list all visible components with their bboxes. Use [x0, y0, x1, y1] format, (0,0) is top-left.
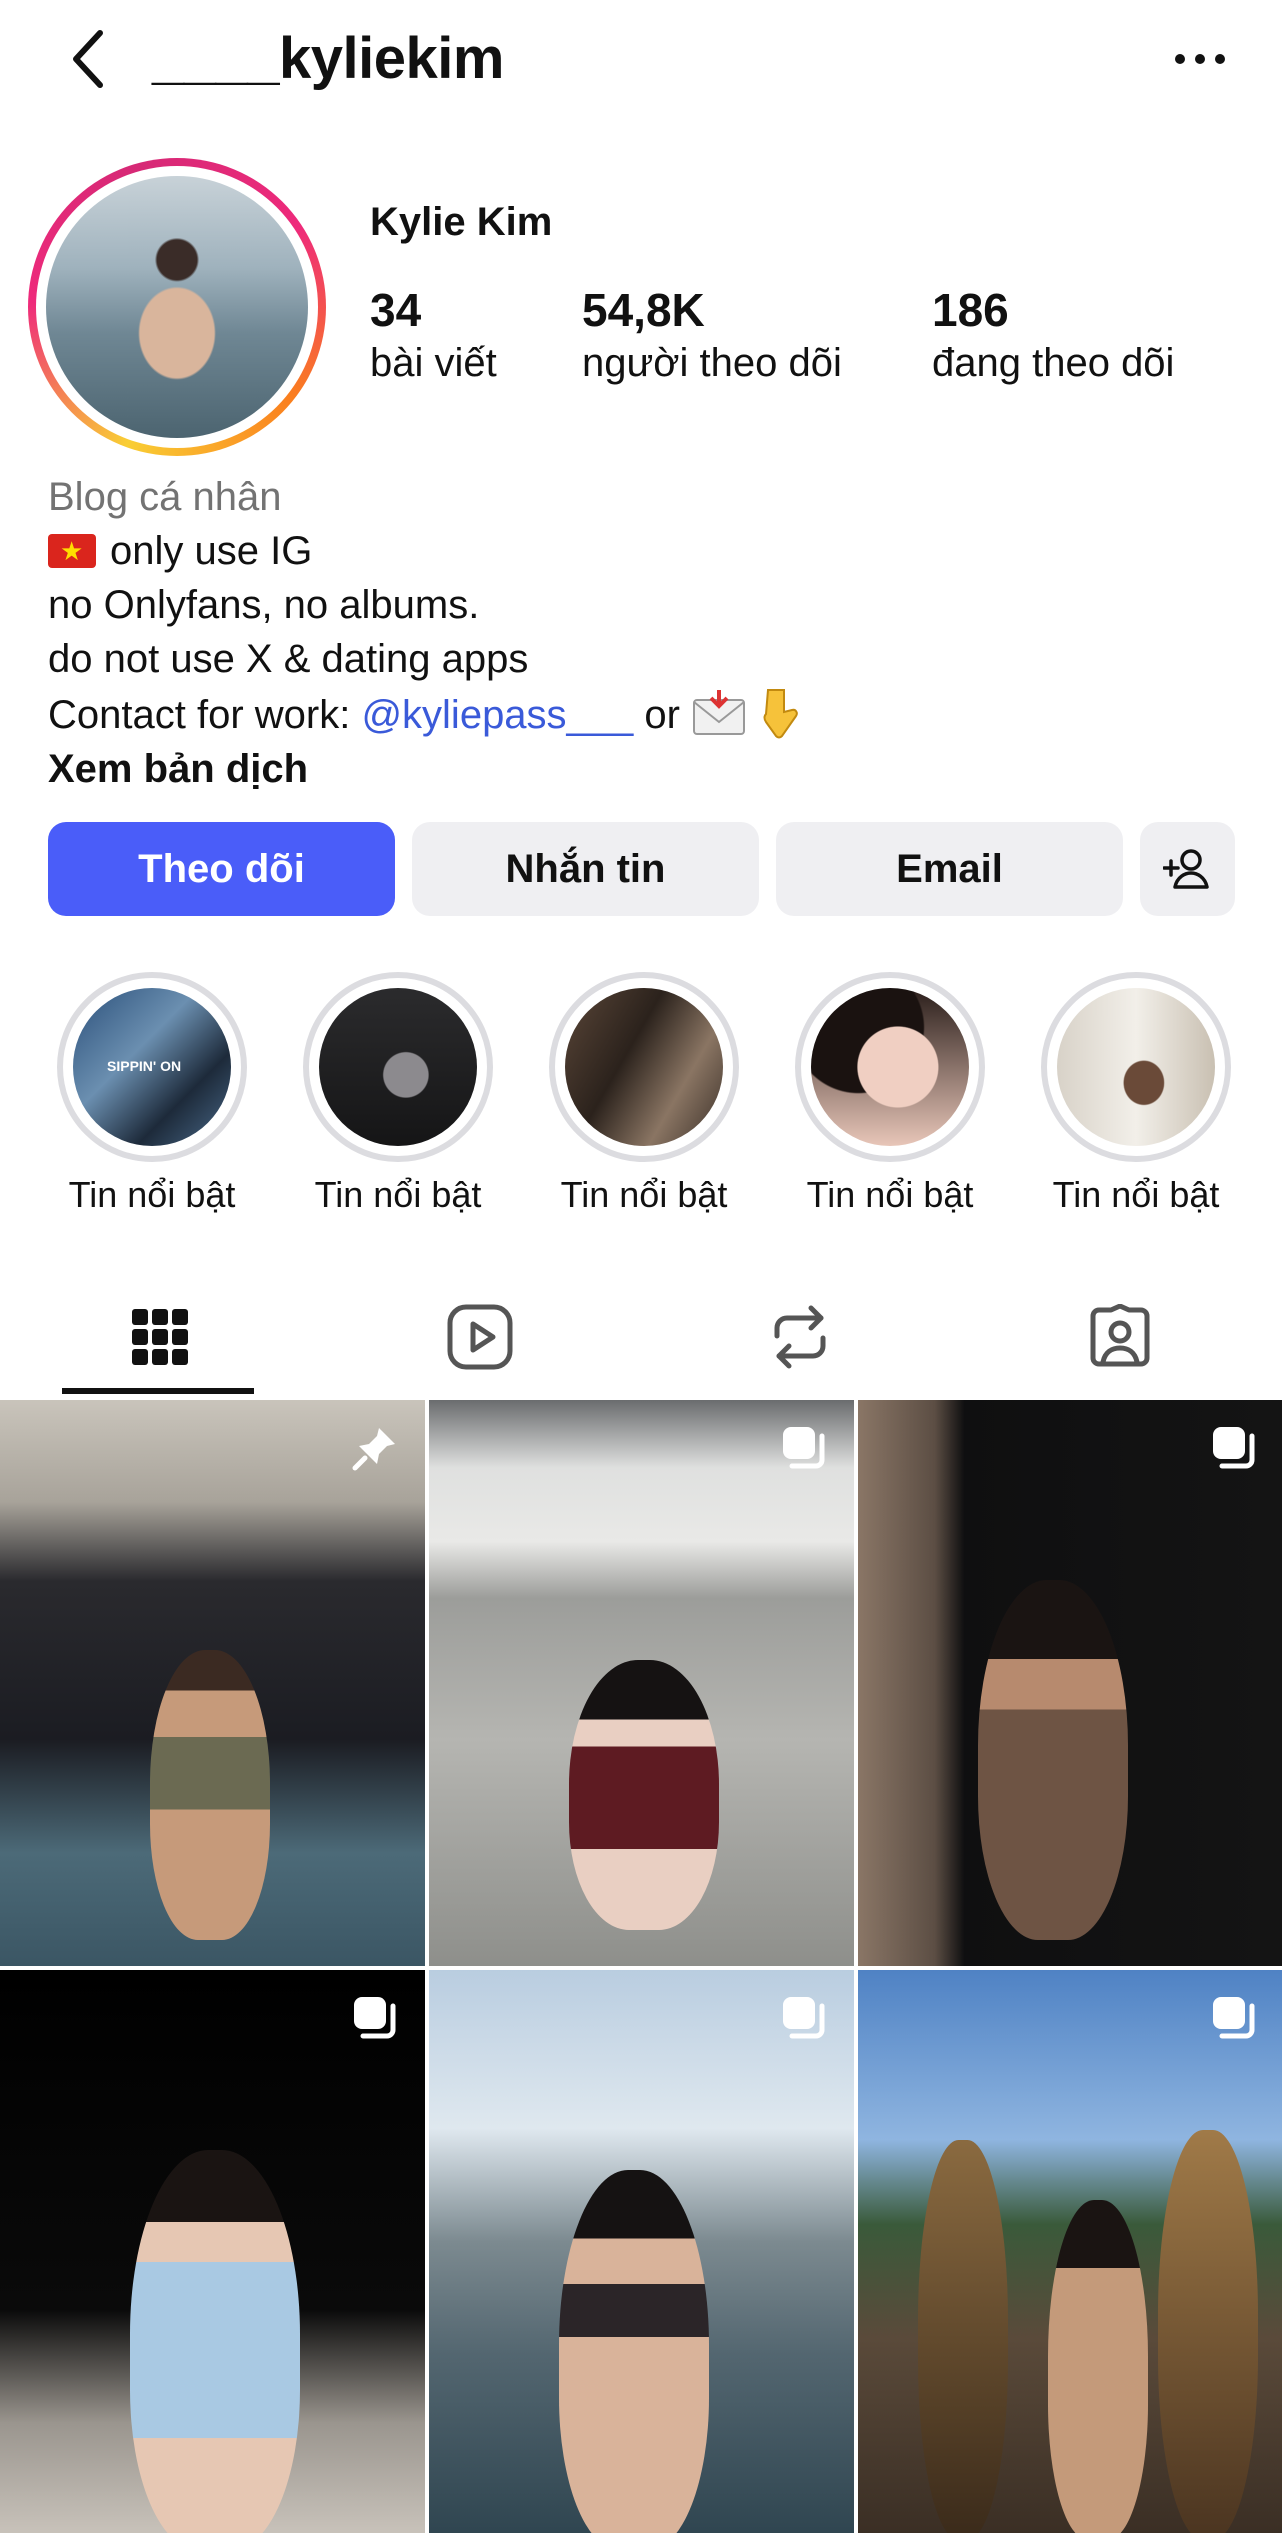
highlight-label: Tin nổi bật	[560, 1174, 728, 1215]
post-thumbnail[interactable]	[0, 1970, 425, 2533]
pin-icon	[352, 1428, 395, 1471]
story-highlight[interactable]: Tin nổi bật	[790, 972, 990, 1216]
story-highlight[interactable]: Tin nổi bật	[298, 972, 498, 1216]
posts-grid	[0, 1400, 1282, 2533]
top-bar: ____kyliekim	[0, 0, 1282, 120]
mention-link[interactable]: @kyliepass___	[361, 693, 633, 737]
story-highlight[interactable]: Tin nổi bật	[1036, 972, 1236, 1216]
posts-count-stat: 34 bài viết	[370, 284, 497, 385]
post-thumbnail[interactable]	[0, 1400, 425, 1966]
active-tab-indicator	[62, 1388, 254, 1394]
highlight-label: Tin nổi bật	[1052, 1174, 1220, 1215]
vietnam-flag-icon	[48, 534, 96, 568]
bio-line: only use IG	[48, 524, 802, 578]
more-icon	[1175, 54, 1225, 64]
pointing-down-icon	[763, 689, 799, 739]
highlight-label: Tin nổi bật	[314, 1174, 482, 1215]
bio-line: no Onlyfans, no albums.	[48, 583, 480, 627]
reels-icon	[447, 1304, 513, 1370]
story-highlight[interactable]: Tin nổi bật	[544, 972, 744, 1216]
highlight-cover	[319, 988, 477, 1146]
tagged-icon	[1090, 1304, 1150, 1367]
post-thumbnail[interactable]	[429, 1400, 854, 1966]
carousel-icon	[1213, 1997, 1255, 2039]
envelope-icon	[693, 690, 746, 735]
suggested-users-button[interactable]	[1140, 822, 1235, 916]
profile-bio: Blog cá nhân only use IG no Onlyfans, no…	[48, 470, 802, 796]
highlight-cover: SIPPIN' ON	[73, 988, 231, 1146]
tab-reels[interactable]	[320, 1280, 640, 1394]
highlight-cover	[1057, 988, 1215, 1146]
add-person-icon	[1162, 849, 1209, 889]
carousel-badge	[1208, 1422, 1260, 1474]
following-stat[interactable]: 186 đang theo dõi	[932, 282, 1174, 388]
pinned-badge	[349, 1422, 401, 1474]
post-thumbnail[interactable]	[858, 1400, 1282, 1966]
carousel-icon	[783, 1997, 825, 2039]
see-translation-link[interactable]: Xem bản dịch	[48, 742, 802, 796]
highlight-label: Tin nổi bật	[68, 1174, 236, 1215]
display-name: Kylie Kim	[370, 200, 553, 244]
carousel-badge	[1208, 1992, 1260, 2044]
bio-line: do not use X & dating apps	[48, 637, 529, 681]
back-button[interactable]	[58, 24, 118, 94]
message-button[interactable]: Nhắn tin	[412, 822, 759, 916]
avatar-story-ring[interactable]	[28, 158, 326, 456]
profile-username: ____kyliekim	[152, 26, 504, 91]
bio-category: Blog cá nhân	[48, 475, 282, 519]
carousel-icon	[354, 1997, 396, 2039]
highlight-cover	[565, 988, 723, 1146]
grid-icon	[132, 1309, 188, 1365]
carousel-badge	[778, 1422, 830, 1474]
carousel-badge	[778, 1992, 830, 2044]
carousel-badge	[349, 1992, 401, 2044]
story-highlight[interactable]: SIPPIN' ON Tin nổi bật	[52, 972, 252, 1216]
more-options-button[interactable]	[1160, 34, 1240, 84]
followers-stat[interactable]: 54,8K người theo dõi	[582, 282, 842, 388]
carousel-icon	[1213, 1427, 1255, 1469]
bio-contact-line: Contact for work: @kyliepass___ or	[48, 686, 802, 742]
profile-tabs	[0, 1280, 1282, 1400]
email-button[interactable]: Email	[776, 822, 1123, 916]
post-thumbnail[interactable]	[429, 1970, 854, 2533]
chevron-left-icon	[73, 30, 103, 88]
carousel-icon	[783, 1427, 825, 1469]
post-thumbnail[interactable]	[858, 1970, 1282, 2533]
tab-reposts[interactable]	[640, 1280, 960, 1394]
tab-tagged[interactable]	[960, 1280, 1280, 1394]
highlight-label: Tin nổi bật	[806, 1174, 974, 1215]
follow-button[interactable]: Theo dõi	[48, 822, 395, 916]
tab-posts[interactable]	[0, 1280, 320, 1394]
highlight-cover	[811, 988, 969, 1146]
avatar	[46, 176, 308, 438]
reposts-icon	[774, 1305, 826, 1369]
